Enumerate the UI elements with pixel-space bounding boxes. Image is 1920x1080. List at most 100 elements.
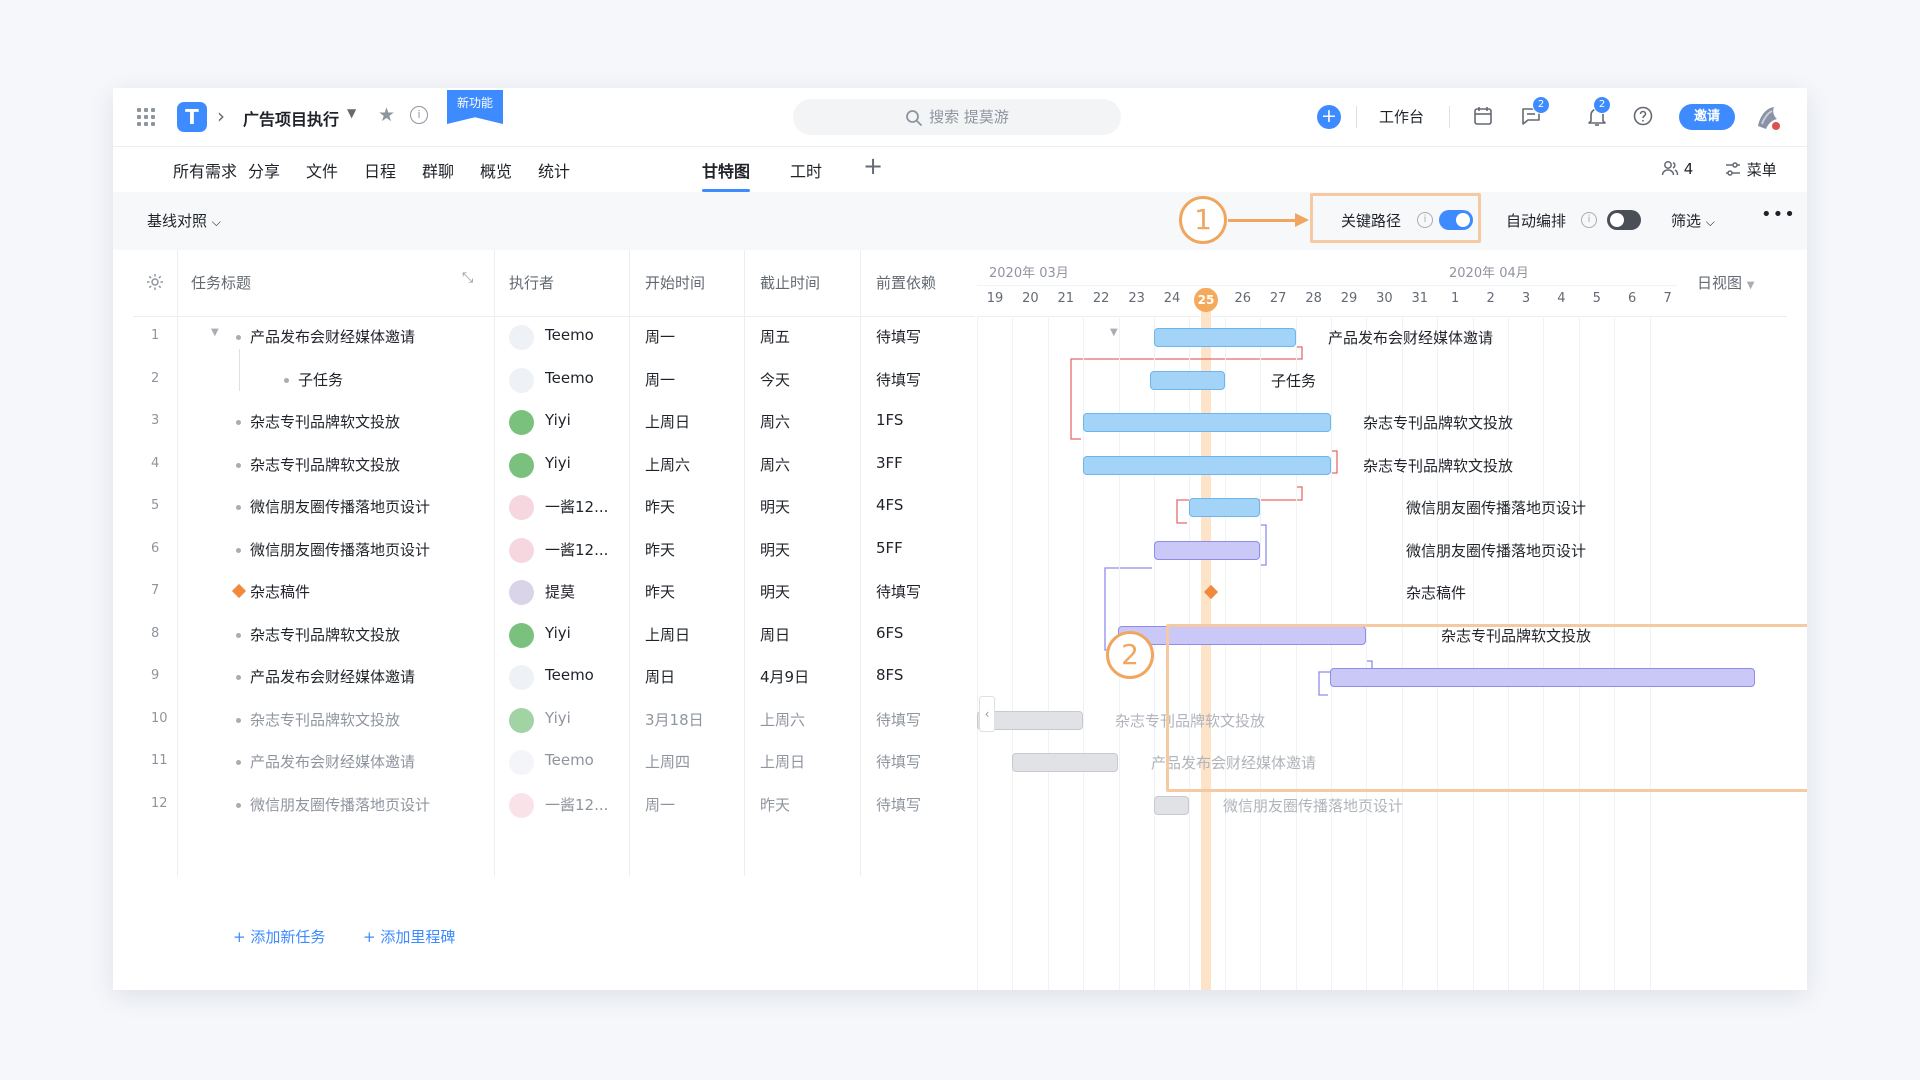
tab-schedule[interactable]: 日程 [364,158,396,182]
assignee-name[interactable]: Teemo [545,666,594,684]
table-row[interactable]: 6 微信朋友圈传播落地页设计 一酱12... 昨天 明天 5FF [133,529,975,572]
table-row[interactable]: 9 产品发布会财经媒体邀请 Teemo 周日 4月9日 8FS [133,656,975,699]
task-title[interactable]: 杂志专刊品牌软文投放 [250,709,400,730]
task-title[interactable]: 杂志专刊品牌软文投放 [250,624,400,645]
invite-button[interactable]: 邀请 [1679,104,1735,130]
critical-path-toggle[interactable] [1439,210,1473,230]
due-time[interactable]: 明天 [760,539,790,560]
assignee-name[interactable]: 提莫 [545,581,575,602]
table-row[interactable]: 5 微信朋友圈传播落地页设计 一酱12... 昨天 明天 4FS [133,486,975,529]
due-time[interactable]: 上周日 [760,751,805,772]
due-time[interactable]: 周日 [760,624,790,645]
table-row[interactable]: 8 杂志专刊品牌软文投放 Yiyi 上周日 周日 6FS [133,614,975,657]
due-time[interactable]: 4月9日 [760,666,809,687]
dependency[interactable]: 待填写 [876,326,921,347]
task-title[interactable]: 产品发布会财经媒体邀请 [250,326,415,347]
info-icon[interactable]: i [410,106,428,124]
task-title[interactable]: 杂志稿件 [250,581,310,602]
app-grid-icon[interactable] [137,108,155,126]
baseline-compare-dropdown[interactable]: 基线对照 ⌵ [147,210,221,231]
info-icon[interactable]: i [1417,212,1433,228]
table-row[interactable]: 7 杂志稿件 提莫 昨天 明天 待填写 [133,571,975,614]
star-icon[interactable]: ★ [378,104,395,126]
members-button[interactable]: 4 [1661,159,1693,178]
help-icon[interactable] [1631,104,1655,128]
assignee-name[interactable]: Teemo [545,369,594,387]
assignee-name[interactable]: Yiyi [545,454,571,472]
gantt-bar[interactable] [1083,413,1331,432]
dependency[interactable]: 1FS [876,411,903,429]
tab-all-requirements[interactable]: 所有需求 [173,158,237,182]
dependency[interactable]: 待填写 [876,581,921,602]
task-title[interactable]: 产品发布会财经媒体邀请 [250,666,415,687]
table-row[interactable]: 10 杂志专刊品牌软文投放 Yiyi 3月18日 上周六 待填写 [133,699,975,742]
add-task-button[interactable]: + 添加新任务 [233,926,325,947]
task-title[interactable]: 微信朋友圈传播落地页设计 [250,496,430,517]
table-row[interactable]: 4 杂志专刊品牌软文投放 Yiyi 上周六 周六 3FF [133,444,975,487]
start-time[interactable]: 周一 [645,369,675,390]
assignee-name[interactable]: Yiyi [545,411,571,429]
collapse-columns-icon[interactable]: ⤡ [462,270,473,286]
gantt-bar[interactable] [1189,498,1260,517]
start-time[interactable]: 上周四 [645,751,690,772]
tab-gantt[interactable]: 甘特图 [702,158,750,182]
due-time[interactable]: 上周六 [760,709,805,730]
summary-caret-icon[interactable]: ▼ [1110,327,1118,338]
user-avatar[interactable] [1752,102,1782,132]
start-time[interactable]: 昨天 [645,581,675,602]
dependency[interactable]: 待填写 [876,709,921,730]
add-tab-icon[interactable]: + [863,152,883,180]
dependency[interactable]: 6FS [876,624,903,642]
caret-down-icon[interactable]: ▼ [347,106,356,120]
dependency[interactable]: 8FS [876,666,903,684]
create-button[interactable]: + [1317,105,1341,129]
due-time[interactable]: 周五 [760,326,790,347]
due-time[interactable]: 明天 [760,581,790,602]
assignee-name[interactable]: 一酱12... [545,496,608,517]
due-time[interactable]: 昨天 [760,794,790,815]
column-header-assignee[interactable]: 执行者 [509,272,554,293]
gantt-bar[interactable] [1154,540,1260,560]
start-time[interactable]: 周一 [645,794,675,815]
filter-dropdown[interactable]: 筛选 ⌵ [1671,210,1715,231]
collapse-panel-handle[interactable]: ‹ [979,696,995,732]
start-time[interactable]: 周日 [645,666,675,687]
tab-statistics[interactable]: 统计 [538,158,570,182]
assignee-name[interactable]: Yiyi [545,624,571,642]
dependency[interactable]: 4FS [876,496,903,514]
expand-caret-icon[interactable]: ▼ [211,327,219,338]
tab-group-chat[interactable]: 群聊 [422,158,454,182]
assignee-name[interactable]: 一酱12... [545,794,608,815]
due-time[interactable]: 周六 [760,454,790,475]
due-time[interactable]: 明天 [760,496,790,517]
table-row[interactable]: 11 产品发布会财经媒体邀请 Teemo 上周四 上周日 待填写 [133,741,975,784]
task-title[interactable]: 杂志专刊品牌软文投放 [250,411,400,432]
assignee-name[interactable]: Yiyi [545,709,571,727]
task-title[interactable]: 微信朋友圈传播落地页设计 [250,539,430,560]
tab-overview[interactable]: 概览 [480,158,512,182]
info-icon[interactable]: i [1581,212,1597,228]
assignee-name[interactable]: 一酱12... [545,539,608,560]
table-row[interactable]: 12 微信朋友圈传播落地页设计 一酱12... 周一 昨天 待填写 [133,784,975,827]
task-title[interactable]: 微信朋友圈传播落地页设计 [250,794,430,815]
task-title[interactable]: 杂志专刊品牌软文投放 [250,454,400,475]
start-time[interactable]: 上周六 [645,454,690,475]
calendar-icon[interactable] [1471,104,1495,128]
column-header-dependency[interactable]: 前置依赖 [876,272,936,293]
more-options-icon[interactable]: ••• [1761,204,1796,225]
tab-files[interactable]: 文件 [306,158,338,182]
search-box[interactable]: 搜索 提莫游 [793,99,1121,135]
start-time[interactable]: 上周日 [645,624,690,645]
project-title[interactable]: 广告项目执行 [243,106,339,130]
due-time[interactable]: 今天 [760,369,790,390]
dependency[interactable]: 待填写 [876,794,921,815]
column-header-due[interactable]: 截止时间 [760,272,820,293]
dependency[interactable]: 5FF [876,539,903,557]
gantt-bar[interactable] [1012,753,1118,772]
gantt-bar[interactable] [1154,795,1189,815]
column-header-start[interactable]: 开始时间 [645,272,705,293]
tab-work-hours[interactable]: 工时 [790,158,822,182]
table-row[interactable]: 3 杂志专刊品牌软文投放 Yiyi 上周日 周六 1FS [133,401,975,444]
workbench-link[interactable]: 工作台 [1379,106,1424,127]
assignee-name[interactable]: Teemo [545,326,594,344]
